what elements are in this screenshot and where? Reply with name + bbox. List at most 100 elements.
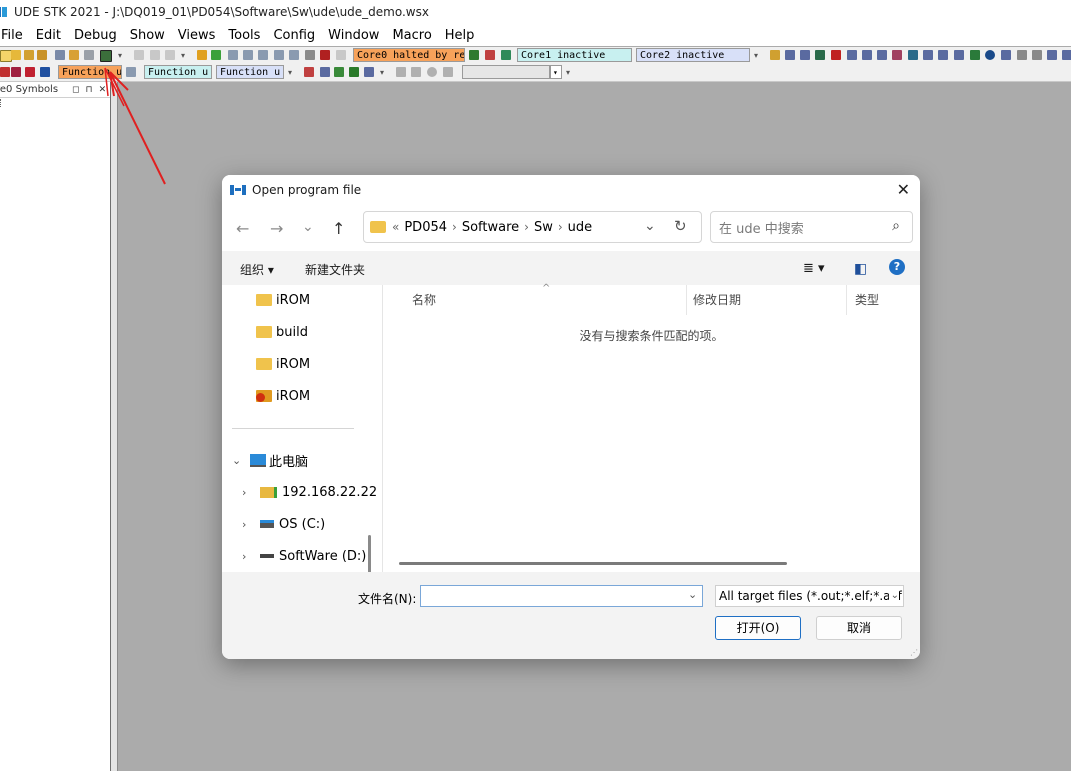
graph-window-icon[interactable] <box>1001 50 1011 60</box>
layout-icon-2[interactable] <box>411 67 421 77</box>
locals-window-icon[interactable] <box>877 50 887 60</box>
file-name-input[interactable] <box>420 585 703 607</box>
function-field-3[interactable]: Function u <box>216 65 284 79</box>
core0-status-field[interactable]: Core0 halted by re <box>353 48 465 62</box>
break-icon[interactable] <box>320 50 330 60</box>
animate-icon[interactable] <box>289 50 299 60</box>
column-header-name[interactable]: 名称 <box>412 291 436 308</box>
call-stack-icon[interactable] <box>862 50 872 60</box>
help-icon[interactable]: ? <box>889 259 905 275</box>
menu-help[interactable]: Help <box>439 28 482 43</box>
menu-macro[interactable]: Macro <box>386 28 438 43</box>
column-separator[interactable] <box>686 285 687 315</box>
back-arrow-icon[interactable]: ← <box>236 219 249 238</box>
cancel-button[interactable]: 取消 <box>816 616 902 640</box>
breadcrumb-overflow[interactable]: « <box>392 220 399 234</box>
menu-tools[interactable]: Tools <box>222 28 267 43</box>
quick-access-irom-2[interactable]: iROM <box>256 354 310 374</box>
menu-window[interactable]: Window <box>322 28 386 43</box>
step-into-icon[interactable] <box>228 50 238 60</box>
target-select-dropdown-icon[interactable]: ▾ <box>550 65 562 79</box>
reset-icon[interactable] <box>305 50 315 60</box>
extra-window-icon-4[interactable] <box>1062 50 1071 60</box>
core1-status-field[interactable]: Core1 inactive <box>517 48 632 62</box>
column-header-modified[interactable]: 修改日期 <box>693 291 741 308</box>
breadcrumb-pd054[interactable]: PD054 <box>404 220 447 235</box>
quick-access-build[interactable]: build <box>256 322 308 342</box>
new-folder-button[interactable]: 新建文件夹 <box>305 261 365 278</box>
console-icon[interactable] <box>954 50 964 60</box>
breadcrumb-ude[interactable]: ude <box>568 220 593 235</box>
forward-arrow-icon[interactable]: → <box>270 219 283 238</box>
extra-window-icon-2[interactable] <box>1032 50 1042 60</box>
watch-window-icon[interactable] <box>815 50 825 60</box>
column-header-type[interactable]: 类型 <box>855 291 879 308</box>
breakpoint-window-icon[interactable] <box>831 50 841 60</box>
layout-icon-1[interactable] <box>396 67 406 77</box>
change-view-icon[interactable]: ≣ ▾ <box>803 261 825 276</box>
quick-access-irom-1[interactable]: iROM <box>256 290 310 310</box>
indent-icon[interactable] <box>364 67 374 77</box>
step-out-icon[interactable] <box>258 50 268 60</box>
step-icon[interactable] <box>211 50 221 60</box>
step-over-icon[interactable] <box>243 50 253 60</box>
extra-window-icon-1[interactable] <box>1017 50 1027 60</box>
search-icon[interactable]: ⌕ <box>892 218 900 234</box>
peripheral-window-icon[interactable] <box>892 50 902 60</box>
file-name-dropdown-icon[interactable]: ⌄ <box>688 588 697 601</box>
stop-icon[interactable] <box>336 50 346 60</box>
recent-locations-icon[interactable]: ⌄ <box>302 219 314 235</box>
quick-access-irom-3[interactable]: iROM <box>256 386 310 406</box>
dialog-title-bar[interactable]: Open program file ✕ <box>222 175 920 205</box>
replace-icon[interactable] <box>334 67 344 77</box>
find-icon[interactable] <box>320 67 330 77</box>
tree-software-drive[interactable]: › SoftWare (D:) <box>242 546 366 566</box>
breadcrumb-sw[interactable]: Sw <box>534 220 553 235</box>
core0-run-icon[interactable] <box>469 50 479 60</box>
file-type-select[interactable]: All target files (*.out;*.elf;*.axf ⌄ <box>715 585 904 607</box>
address-dropdown-icon[interactable]: ⌄ <box>644 218 656 234</box>
search-input[interactable]: 在 ude 中搜索 <box>719 218 804 237</box>
menu-config[interactable]: Config <box>267 28 322 43</box>
tree-network-drive[interactable]: › 192.168.22.22 <box>242 482 377 502</box>
refresh-icon[interactable]: ↻ <box>674 217 687 235</box>
core2-status-field[interactable]: Core2 inactive <box>636 48 750 62</box>
register-window-icon[interactable] <box>800 50 810 60</box>
trace-window-icon[interactable] <box>847 50 857 60</box>
tree-this-pc[interactable]: ⌄ 此电脑 <box>232 450 308 470</box>
profiler-icon[interactable] <box>923 50 933 60</box>
target-select[interactable] <box>462 65 550 79</box>
nav-pane-scrollbar[interactable] <box>368 535 371 572</box>
chevron-right-icon[interactable]: › <box>242 550 260 563</box>
address-bar[interactable]: « PD054 › Software › Sw › ude ⌄ ↻ <box>363 211 702 243</box>
bookmark-icon[interactable] <box>304 67 314 77</box>
return-icon[interactable] <box>274 50 284 60</box>
window-tool-icon[interactable] <box>770 50 780 60</box>
memory-window-icon[interactable] <box>785 50 795 60</box>
sfr-window-icon[interactable] <box>908 50 918 60</box>
extra-window-icon-3[interactable] <box>1047 50 1057 60</box>
chevron-down-icon[interactable]: ⌄ <box>232 454 250 467</box>
column-separator[interactable] <box>846 285 847 315</box>
globe-icon[interactable] <box>985 50 995 60</box>
close-icon[interactable]: ✕ <box>897 180 910 199</box>
file-type-dropdown-icon[interactable]: ⌄ <box>888 586 899 606</box>
organize-button[interactable]: 组织 ▾ <box>240 261 274 278</box>
chevron-right-icon[interactable]: › <box>242 486 260 499</box>
core0-halt-icon[interactable] <box>485 50 495 60</box>
up-arrow-icon[interactable]: ↑ <box>332 219 345 238</box>
breadcrumb-software[interactable]: Software <box>462 220 519 235</box>
chevron-right-icon[interactable]: › <box>242 518 260 531</box>
open-button[interactable]: 打开(O) <box>715 616 801 640</box>
terminal-icon[interactable] <box>938 50 948 60</box>
cover-icon[interactable] <box>970 50 980 60</box>
preview-pane-icon[interactable]: ◧ <box>854 261 867 277</box>
tree-os-drive[interactable]: › OS (C:) <box>242 514 325 534</box>
horizontal-scrollbar[interactable] <box>399 562 787 565</box>
search-box[interactable]: 在 ude 中搜索 ⌕ <box>710 211 913 243</box>
resize-grip-icon[interactable]: ⋰ <box>910 648 918 657</box>
format-icon[interactable] <box>349 67 359 77</box>
layout-icon-3[interactable] <box>427 67 437 77</box>
core0-step-icon[interactable] <box>501 50 511 60</box>
layout-icon-4[interactable] <box>443 67 453 77</box>
